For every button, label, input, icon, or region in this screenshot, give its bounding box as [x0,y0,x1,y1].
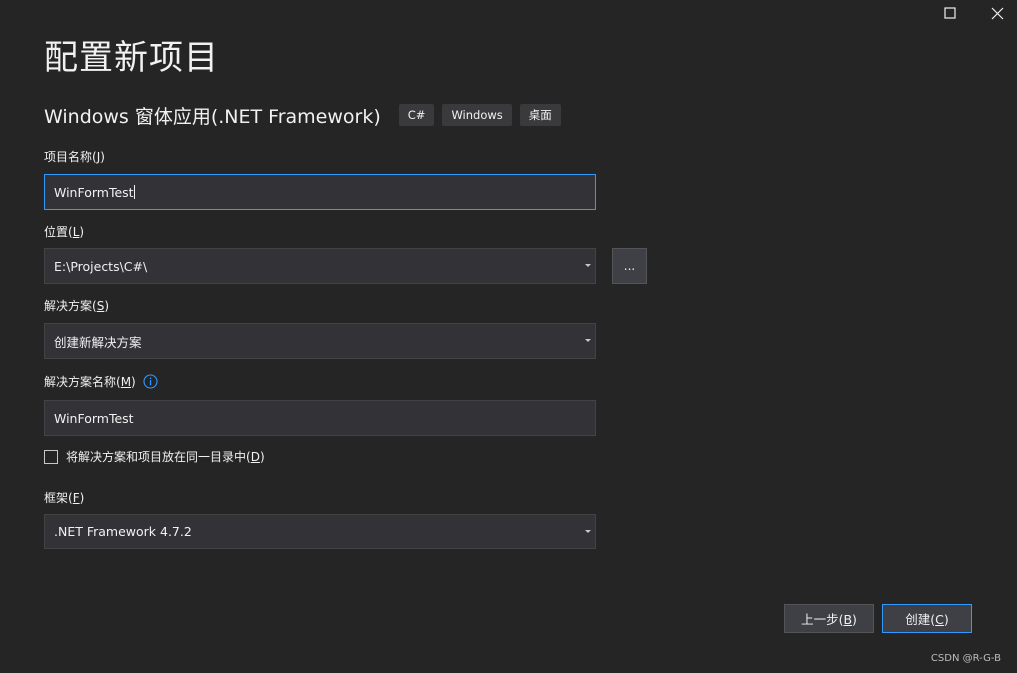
tag-platform: Windows [442,104,512,126]
location-combobox[interactable]: E:\Projects\C#\ [44,248,596,284]
solution-value: 创建新解决方案 [54,334,142,350]
chevron-down-icon[interactable] [585,529,591,533]
back-button[interactable]: 上一步(B) [784,604,874,633]
solution-name-input[interactable]: WinFormTest [44,400,596,436]
maximize-button[interactable] [938,4,962,22]
page-title: 配置新项目 [44,38,219,78]
framework-dropdown[interactable]: .NET Framework 4.7.2 [44,514,596,549]
close-button[interactable] [985,4,1009,22]
tag-project-type: 桌面 [519,104,561,126]
solution-name-label: 解决方案名称(M) [44,373,158,390]
solution-dropdown[interactable]: 创建新解决方案 [44,323,596,359]
browse-button[interactable]: ... [612,248,647,284]
chevron-down-icon[interactable] [585,264,591,267]
close-icon [991,7,1004,20]
solution-name-value: WinFormTest [54,410,134,426]
project-name-value: WinFormTest [54,184,134,200]
create-button[interactable]: 创建(C) [882,604,972,633]
create-button-label: 创建(C) [905,612,949,627]
tag-language: C# [398,104,435,126]
same-directory-option[interactable]: 将解决方案和项目放在同一目录中(D) [44,448,265,465]
info-icon[interactable] [143,374,158,389]
project-type-title: Windows 窗体应用(.NET Framework) [44,105,381,128]
same-directory-label: 将解决方案和项目放在同一目录中(D) [66,450,265,464]
framework-value: .NET Framework 4.7.2 [54,524,192,539]
project-type-row: Windows 窗体应用(.NET Framework) C# Windows … [44,102,569,128]
watermark: CSDN @R-G-B [930,653,1001,664]
solution-label: 解决方案(S) [44,298,109,314]
same-directory-checkbox[interactable] [44,449,58,464]
location-value: E:\Projects\C#\ [54,258,148,274]
maximize-icon [944,7,956,19]
location-label: 位置(L) [44,224,85,240]
framework-label: 框架(F) [44,490,85,506]
browse-button-label: ... [623,259,636,273]
project-name-input[interactable]: WinFormTest [44,174,596,210]
chevron-down-icon[interactable] [585,339,591,342]
project-name-label: 项目名称(J) [44,149,105,165]
text-caret [133,185,135,199]
back-button-label: 上一步(B) [801,612,857,627]
